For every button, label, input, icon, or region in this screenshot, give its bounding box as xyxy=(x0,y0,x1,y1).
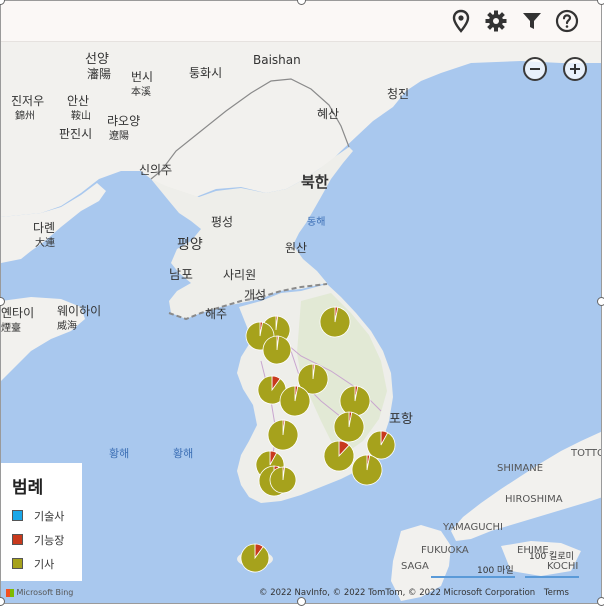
label-weihai-cn: 威海 xyxy=(57,321,77,332)
label-shimane: SHIMANE xyxy=(497,463,544,474)
scale-label-mile: 100 마일 xyxy=(477,566,514,576)
label-tonghua: 퉁화시 xyxy=(189,66,223,80)
label-pyongsong: 평성 xyxy=(211,215,234,229)
legend-label: 기술사 xyxy=(34,510,65,523)
pie-marker[interactable] xyxy=(333,411,365,443)
legend-swatch-red xyxy=(12,534,23,545)
scale-label-km: 100 킬로미 xyxy=(529,552,574,562)
pie-slice xyxy=(240,543,270,573)
label-tottori: TOTTO xyxy=(571,448,602,459)
label-sinuiju: 신의주 xyxy=(139,163,173,177)
label-benxi-cn: 本溪 xyxy=(131,87,151,98)
pie-marker[interactable] xyxy=(269,466,297,494)
resize-handle-right[interactable] xyxy=(597,297,604,306)
pie-slice xyxy=(269,466,297,494)
label-east-sea: 동해 xyxy=(307,217,326,228)
label-north-korea: 북한 xyxy=(301,173,329,191)
label-pyongyang: 평양 xyxy=(177,237,203,253)
label-saga: SAGA xyxy=(401,561,429,572)
label-fukuoka: FUKUOKA xyxy=(421,545,469,556)
pie-marker[interactable] xyxy=(319,306,351,338)
label-yellow-sea-2: 황해 xyxy=(173,447,194,460)
bing-logo-text: Microsoft Bing xyxy=(16,588,74,597)
pie-marker[interactable] xyxy=(339,385,371,417)
resize-handle-bottom-right[interactable] xyxy=(597,597,604,606)
label-nampo: 남포 xyxy=(169,268,193,283)
label-sariwon: 사리원 xyxy=(223,268,257,282)
pie-marker[interactable] xyxy=(323,440,355,472)
pie-slice xyxy=(319,306,351,338)
label-jinzhou-cn: 錦州 xyxy=(15,111,35,122)
pie-slice xyxy=(333,411,365,443)
label-yellow-sea-1: 황해 xyxy=(109,447,130,460)
bing-logo: Microsoft Bing xyxy=(6,588,73,597)
map-visual: 선양 瀋陽 번시 本溪 퉁화시 Baishan 진저우 錦州 안산 鞍山 랴오양… xyxy=(0,0,602,604)
label-kochi: KOCHI xyxy=(547,561,579,572)
pie-marker[interactable] xyxy=(267,419,299,451)
pie-marker[interactable] xyxy=(366,430,396,460)
label-haeju: 해주 xyxy=(205,307,228,321)
pie-slice xyxy=(267,419,299,451)
pie-slice xyxy=(279,385,311,417)
label-yantai-cn: 煙臺 xyxy=(1,323,21,334)
resize-handle-bottom[interactable] xyxy=(297,597,306,606)
pie-slice xyxy=(339,385,371,417)
zoom-in-button[interactable] xyxy=(563,57,587,81)
pie-marker[interactable] xyxy=(279,385,311,417)
pie-slice xyxy=(351,454,383,486)
pie-slice xyxy=(262,335,292,365)
resize-handle-top-right[interactable] xyxy=(597,0,604,5)
legend: 범례 기술사 기능장 기사 xyxy=(1,463,82,581)
label-hyesan: 혜산 xyxy=(317,107,340,121)
label-kaesong: 개성 xyxy=(244,288,267,302)
terms-link[interactable]: Terms xyxy=(544,588,569,598)
pie-marker[interactable] xyxy=(240,543,270,573)
legend-swatch-olive xyxy=(12,558,23,569)
help-icon[interactable] xyxy=(555,9,579,33)
copyright-text: © 2022 NavInfo, © 2022 TomTom, © 2022 Mi… xyxy=(259,588,569,598)
location-pin-icon[interactable] xyxy=(449,9,473,33)
label-wonsan: 원산 xyxy=(285,241,308,255)
resize-handle-bottom-left[interactable] xyxy=(0,597,5,606)
label-chongjin: 청진 xyxy=(387,87,410,101)
pie-marker[interactable] xyxy=(262,335,292,365)
label-panjin: 판진시 xyxy=(59,127,93,141)
filter-icon[interactable] xyxy=(520,9,544,33)
legend-label: 기능장 xyxy=(34,534,65,547)
label-baishan: Baishan xyxy=(253,53,301,67)
label-shenyang-cn: 瀋陽 xyxy=(87,67,112,81)
legend-label: 기사 xyxy=(34,558,55,571)
label-liaoyang-cn: 遼陽 xyxy=(109,131,129,142)
label-pohang: 포항 xyxy=(389,412,413,427)
pie-marker[interactable] xyxy=(351,454,383,486)
legend-title: 범례 xyxy=(12,478,44,498)
label-anshan-cn: 鞍山 xyxy=(71,111,91,122)
bing-logo-mark xyxy=(6,588,14,597)
legend-swatch-blue xyxy=(12,510,23,521)
label-yamaguchi: YAMAGUCHI xyxy=(443,522,503,533)
label-hiroshima: HIROSHIMA xyxy=(505,494,563,505)
label-dalian-cn: 大連 xyxy=(35,238,55,249)
visual-toolbar xyxy=(1,1,601,42)
gear-icon[interactable] xyxy=(484,9,508,33)
pie-slice xyxy=(323,440,355,472)
pie-slice xyxy=(366,430,396,460)
zoom-out-button[interactable] xyxy=(523,57,547,81)
